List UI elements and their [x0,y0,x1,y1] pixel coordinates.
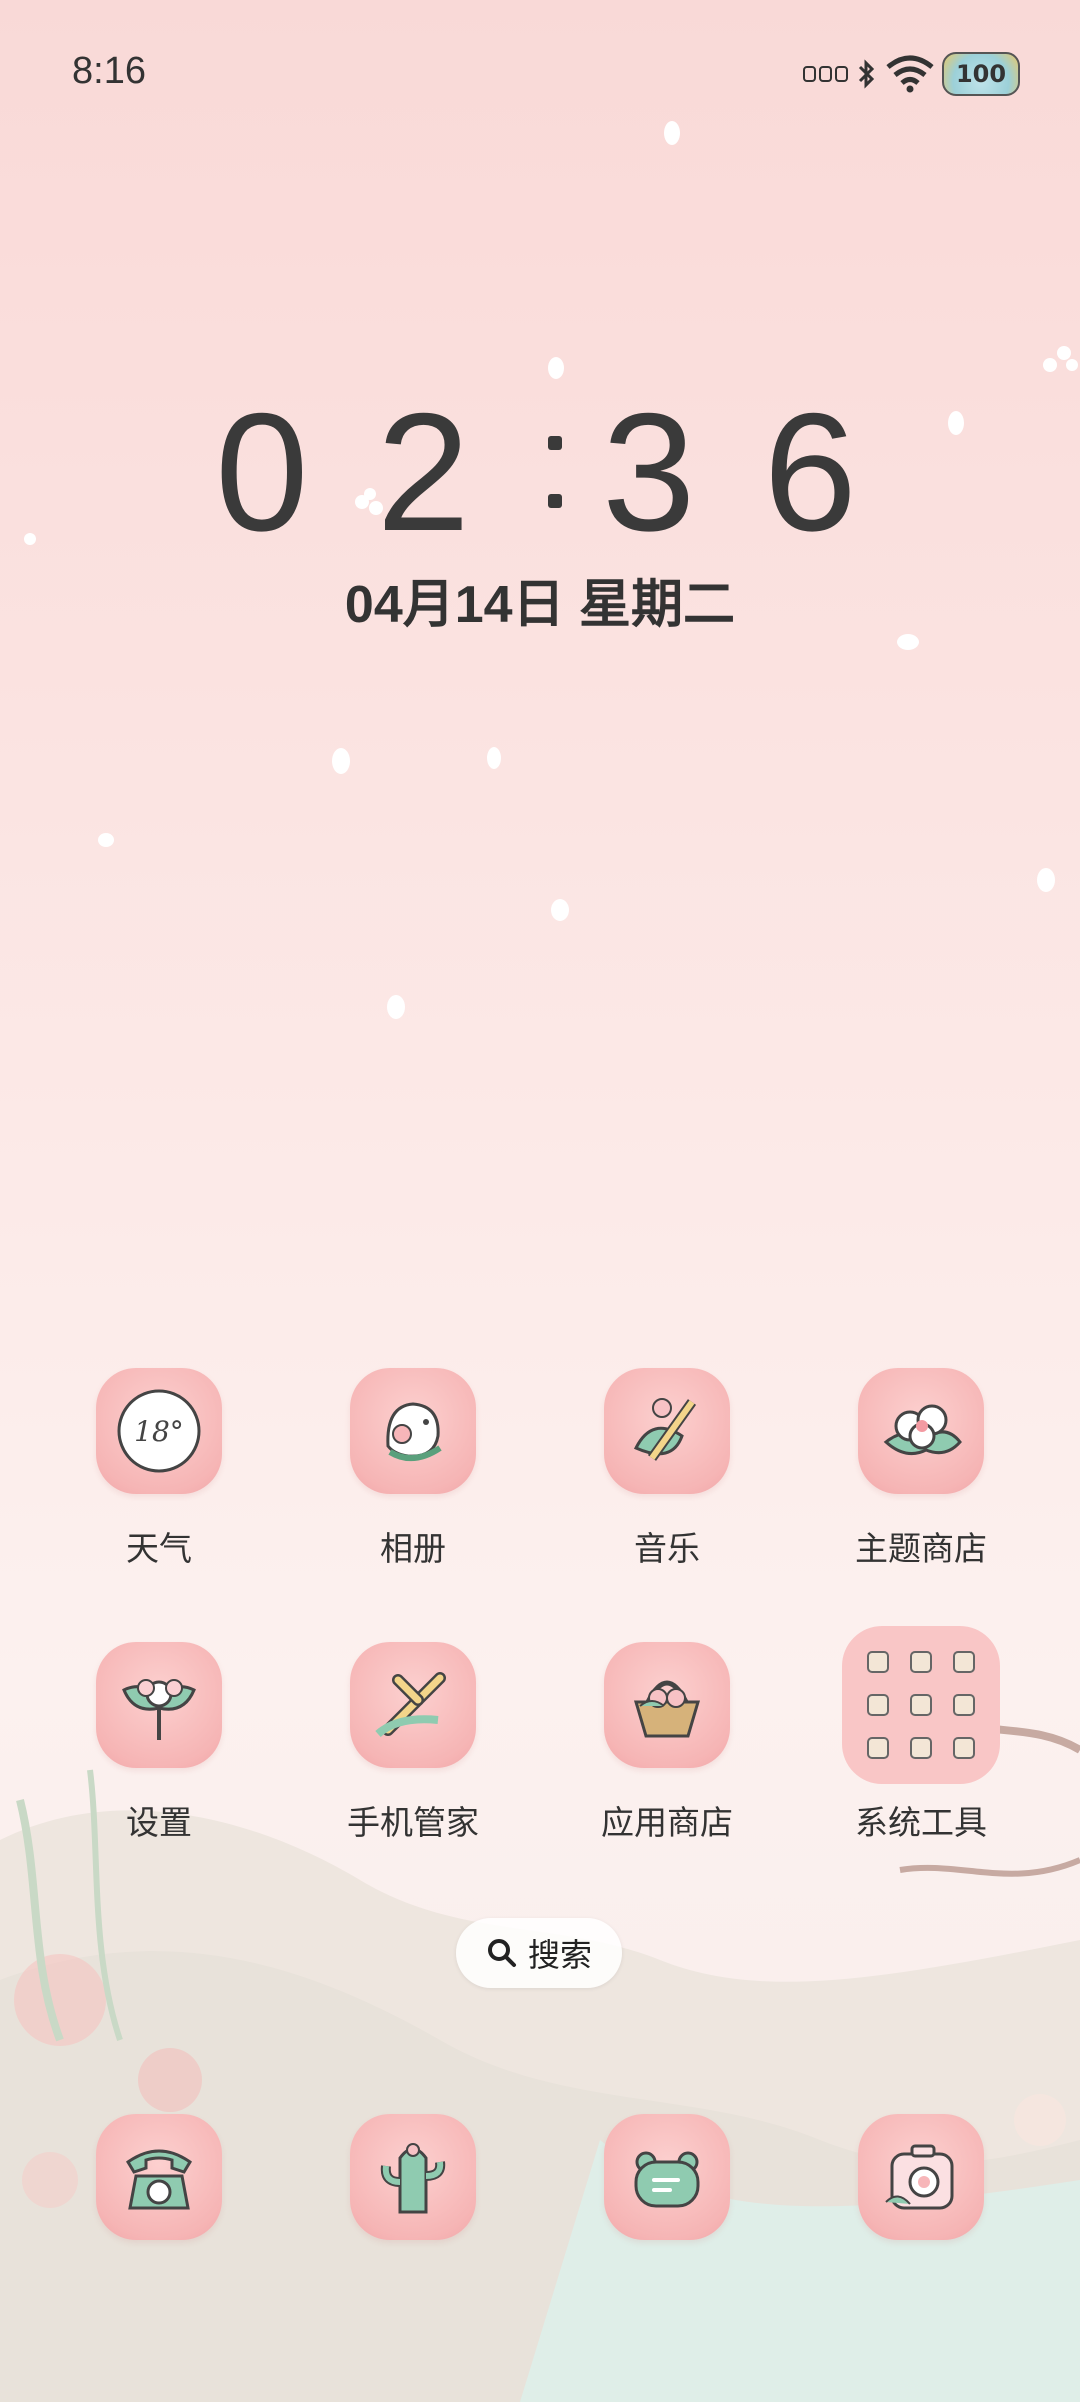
petal-decoration [332,748,350,774]
mini-app-icon [909,1693,932,1716]
folder-system-tools[interactable]: 系统工具 [796,1626,1046,1844]
home-clock[interactable]: 0 2 3 6 [0,388,1080,556]
app-label: 音乐 [634,1529,700,1568]
dock-camera[interactable] [796,2114,1046,2240]
clock-minute-ones: 6 [763,378,895,566]
search-button[interactable]: 搜索 [456,1918,622,1988]
app-theme-store[interactable]: 主题商店 [796,1368,1046,1570]
app-settings[interactable]: 设置 [34,1642,284,1844]
app-music[interactable]: 音乐 [542,1368,792,1570]
phone-icon [96,2114,222,2240]
clock-minute-tens: 3 [602,378,734,566]
home-date[interactable]: 04月14日 星期二 [0,562,1080,637]
app-label: 手机管家 [347,1803,479,1842]
petal-decoration [1037,868,1055,892]
petal-decoration [548,357,564,379]
music-icon [604,1368,730,1494]
app-label: 设置 [126,1803,192,1842]
mini-app-icon [867,1651,890,1674]
status-icons: 100 [803,52,1020,96]
theme-store-icon [858,1368,984,1494]
app-label: 主题商店 [855,1529,987,1568]
app-gallery[interactable]: 相册 [288,1368,538,1570]
messages-icon [604,2114,730,2240]
dock-cactus-app[interactable] [288,2114,538,2240]
status-time: 8:16 [72,50,146,92]
system-tools-folder [842,1626,1000,1784]
petal-decoration [551,899,569,921]
wifi-icon [886,55,934,93]
mini-app-icon [867,1693,890,1716]
app-app-store[interactable]: 应用商店 [542,1642,792,1844]
battery-indicator: 100 [942,52,1020,96]
app-label: 天气 [126,1529,192,1568]
gallery-icon [350,1368,476,1494]
signal-icon [803,66,848,82]
cactus-icon [350,2114,476,2240]
app-label: 应用商店 [601,1803,733,1842]
search-icon [487,1939,516,1967]
app-phone-manager[interactable]: 手机管家 [288,1642,538,1844]
dock-messages[interactable] [542,2114,792,2240]
mini-app-icon [867,1736,890,1759]
svg-text:18°: 18° [134,1415,184,1448]
mini-app-icon [952,1651,975,1674]
app-store-icon [604,1642,730,1768]
mini-app-icon [909,1651,932,1674]
petal-decoration [487,747,501,769]
app-label: 相册 [380,1529,446,1568]
settings-icon [96,1642,222,1768]
search-label: 搜索 [527,1936,592,1974]
weather-icon: 18° [96,1368,222,1494]
mini-app-icon [952,1736,975,1759]
petal-decoration [387,995,405,1019]
bluetooth-icon [858,59,875,89]
mini-app-icon [909,1736,932,1759]
dock-phone[interactable] [34,2114,284,2240]
petal-decoration [98,833,114,847]
petal-decoration [664,121,680,145]
app-weather[interactable]: 18° 天气 [34,1368,284,1570]
app-label: 系统工具 [855,1803,987,1842]
camera-icon [858,2114,984,2240]
clock-hour-tens: 0 [215,378,347,566]
mini-app-icon [952,1693,975,1716]
clock-colon [548,436,562,508]
clock-hour-ones: 2 [376,378,508,566]
phone-manager-icon [350,1642,476,1768]
petal-decoration [1043,346,1078,372]
